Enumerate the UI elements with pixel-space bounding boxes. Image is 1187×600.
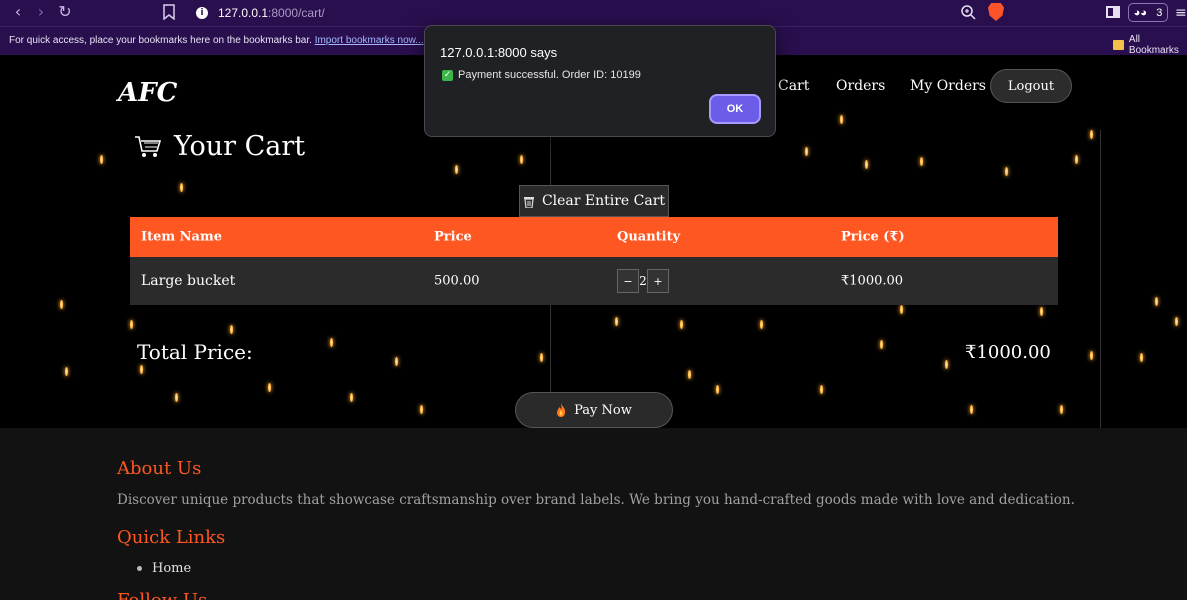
spark xyxy=(680,320,683,329)
forward-icon[interactable]: › xyxy=(30,2,52,21)
dialog-title: 127.0.0.1:8000 says xyxy=(440,45,558,60)
alert-dialog: 127.0.0.1:8000 says ✓ Payment successful… xyxy=(424,25,776,137)
about-heading: About Us xyxy=(117,458,202,479)
about-text: Discover unique products that showcase c… xyxy=(117,492,1075,508)
dialog-message: ✓ Payment successful. Order ID: 10199 xyxy=(442,69,641,81)
quantity-stepper: − 2 + xyxy=(617,269,669,293)
table-row: Large bucket 500.00 − 2 + ₹1000.00 xyxy=(130,257,1058,305)
background-divider xyxy=(1100,130,1101,430)
spark xyxy=(760,320,763,329)
spark xyxy=(1090,130,1093,139)
fire-icon xyxy=(557,403,566,417)
spark xyxy=(230,325,233,334)
address-bar[interactable]: i 127.0.0.1:8000/cart/ xyxy=(190,2,1010,24)
spark xyxy=(945,360,948,369)
back-icon[interactable]: ‹ xyxy=(7,2,29,21)
bullet xyxy=(137,566,142,571)
url-path: :8000/cart/ xyxy=(268,6,325,20)
follow-heading: Follow Us xyxy=(117,590,207,600)
spark xyxy=(880,340,883,349)
spark xyxy=(395,357,398,366)
nav-orders[interactable]: Orders xyxy=(836,78,885,94)
menu-icon[interactable]: ≡ xyxy=(1175,5,1187,21)
spark xyxy=(1040,307,1043,316)
column-header: Quantity xyxy=(617,229,681,245)
spark xyxy=(840,115,843,124)
spark xyxy=(1140,353,1143,362)
spark xyxy=(688,370,691,379)
spark xyxy=(60,300,63,309)
profile-button[interactable]: ◕◕ 3 xyxy=(1128,3,1168,22)
brand-logo[interactable]: AFC xyxy=(118,78,177,108)
site-footer: About Us Discover unique products that s… xyxy=(0,428,1187,600)
item-total: ₹1000.00 xyxy=(841,273,904,289)
spark xyxy=(1060,405,1063,414)
cart-table: Item Name Price Quantity Price (₹) Large… xyxy=(130,217,1058,305)
table-header: Item Name Price Quantity Price (₹) xyxy=(130,217,1058,257)
spark xyxy=(65,367,68,376)
spark xyxy=(1155,297,1158,306)
spark xyxy=(1075,155,1078,164)
reload-icon[interactable]: ↻ xyxy=(54,2,76,21)
spark xyxy=(175,393,178,402)
spark xyxy=(820,385,823,394)
spark xyxy=(520,155,523,164)
spark xyxy=(330,338,333,347)
url-host: 127.0.0.1 xyxy=(218,6,269,20)
spark xyxy=(140,365,143,374)
ok-button[interactable]: OK xyxy=(709,94,761,124)
sidebar-toggle-icon[interactable] xyxy=(1106,6,1120,18)
nav-cart[interactable]: Cart xyxy=(778,78,809,94)
spark xyxy=(865,160,868,169)
spark xyxy=(1090,351,1093,360)
browser-toolbar: ‹ › ↻ i 127.0.0.1:8000/cart/ ◕◕ 3 ≡ xyxy=(0,0,1187,26)
folder-icon xyxy=(1113,40,1124,50)
spark xyxy=(1005,167,1008,176)
footer-link-home[interactable]: Home xyxy=(137,561,191,576)
increase-quantity-button[interactable]: + xyxy=(647,269,669,293)
clear-cart-button[interactable]: Clear Entire Cart xyxy=(519,185,669,217)
pay-now-button[interactable]: Pay Now xyxy=(515,392,673,428)
spark xyxy=(350,393,353,402)
spark xyxy=(268,383,271,392)
total-price-label: Total Price: xyxy=(137,340,253,364)
quantity-value: 2 xyxy=(639,274,647,288)
column-header: Item Name xyxy=(141,229,222,245)
bookmarks-hint: For quick access, place your bookmarks h… xyxy=(9,35,424,46)
logout-button[interactable]: Logout xyxy=(990,69,1072,103)
import-bookmarks-link[interactable]: Import bookmarks now... xyxy=(315,35,424,46)
profile-count: 3 xyxy=(1156,6,1163,19)
spark xyxy=(180,183,183,192)
spark xyxy=(615,317,618,326)
glasses-icon: ◕◕ xyxy=(1133,6,1147,19)
bookmark-icon[interactable] xyxy=(162,4,176,20)
spark xyxy=(540,353,543,362)
spark xyxy=(805,147,808,156)
quick-links-heading: Quick Links xyxy=(117,527,226,548)
column-header: Price xyxy=(434,229,472,245)
spark xyxy=(970,405,973,414)
decrease-quantity-button[interactable]: − xyxy=(617,269,639,293)
spark xyxy=(100,155,103,164)
shopping-cart-icon xyxy=(135,135,162,157)
site-info-icon[interactable]: i xyxy=(196,7,208,19)
total-price-value: ₹1000.00 xyxy=(965,342,1051,363)
item-price: 500.00 xyxy=(434,273,480,289)
page-title: Your Cart xyxy=(134,131,305,162)
spark xyxy=(1175,317,1178,326)
nav-my-orders[interactable]: My Orders xyxy=(910,78,986,94)
spark xyxy=(455,165,458,174)
spark xyxy=(130,320,133,329)
trash-icon xyxy=(523,196,534,208)
spark xyxy=(920,157,923,166)
spark xyxy=(716,385,719,394)
spark xyxy=(900,305,903,314)
item-name: Large bucket xyxy=(141,273,236,289)
check-icon: ✓ xyxy=(442,69,453,81)
column-header: Price (₹) xyxy=(841,229,905,245)
all-bookmarks-button[interactable]: All Bookmarks xyxy=(1113,34,1187,56)
spark xyxy=(420,405,423,414)
zoom-icon[interactable] xyxy=(960,4,976,20)
